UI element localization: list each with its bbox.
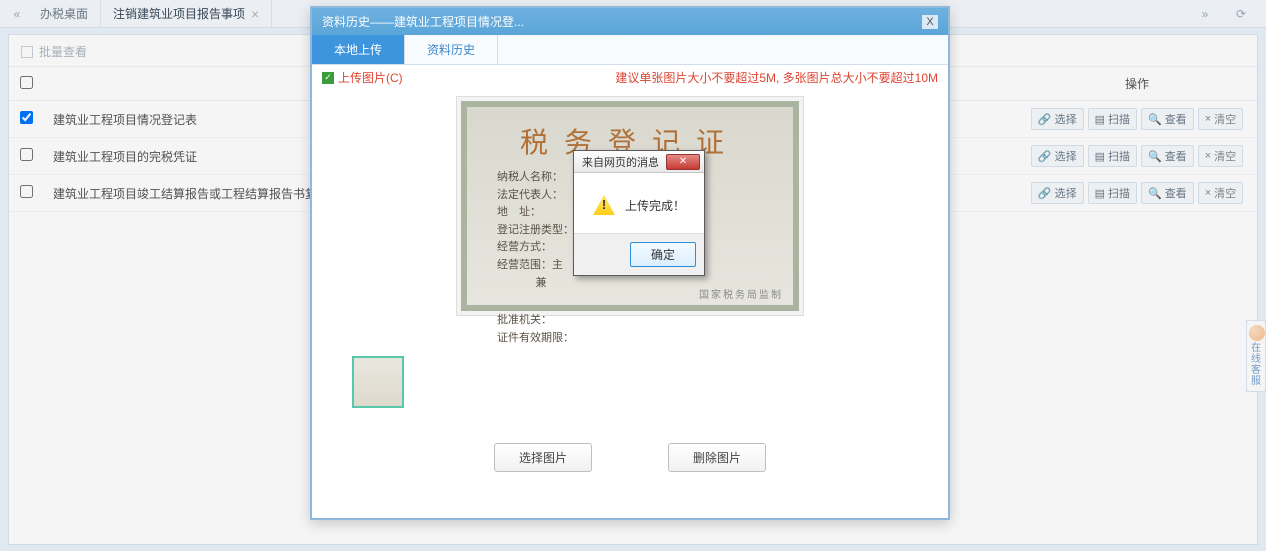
modal-close[interactable]: X [922,15,938,29]
alert-body: 上传完成！ [574,173,704,233]
tab-local-upload[interactable]: 本地上传 [312,35,405,64]
modal-titlebar: 资料历史——建筑业工程项目情况登... X [312,8,948,35]
modal-title-text: 资料历史——建筑业工程项目情况登... [322,13,524,30]
alert-title-text: 来自网页的消息 [582,154,659,170]
upload-image-link[interactable]: ✓ 上传图片(C) [322,69,403,86]
upload-tip: 建议单张图片大小不要超过5M, 多张图片总大小不要超过10M [615,69,938,86]
doc-fields-1: 纳税人名称： 法定代表人： 地 址： 登记注册类型： 经营方式： 经营范围：主 … [497,169,574,292]
alert-titlebar: 来自网页的消息 ✕ [574,151,704,173]
modal-tabs: 本地上传 资料历史 [312,35,948,65]
warning-icon [593,195,615,215]
doc-footer: 国家税务局监制 [699,286,783,301]
choose-image-button[interactable]: 选择图片 [494,443,592,472]
doc-fields-2: 批准机关： 证件有效期限： [497,312,574,347]
tab-material-history[interactable]: 资料历史 [405,35,498,64]
upload-link-text: 上传图片(C) [338,69,403,86]
check-icon: ✓ [322,72,334,84]
remove-image-button[interactable]: 删除图片 [668,443,766,472]
alert-ok-button[interactable]: 确定 [630,242,696,267]
image-thumbnail[interactable] [352,356,404,408]
alert-close[interactable]: ✕ [666,154,700,170]
modal-button-row: 选择图片 删除图片 [312,443,948,472]
upload-bar: ✓ 上传图片(C) 建议单张图片大小不要超过5M, 多张图片总大小不要超过10M [312,65,948,90]
alert-footer: 确定 [574,233,704,275]
upload-alert: 来自网页的消息 ✕ 上传完成！ 确定 [573,150,705,276]
alert-message: 上传完成！ [625,197,685,214]
